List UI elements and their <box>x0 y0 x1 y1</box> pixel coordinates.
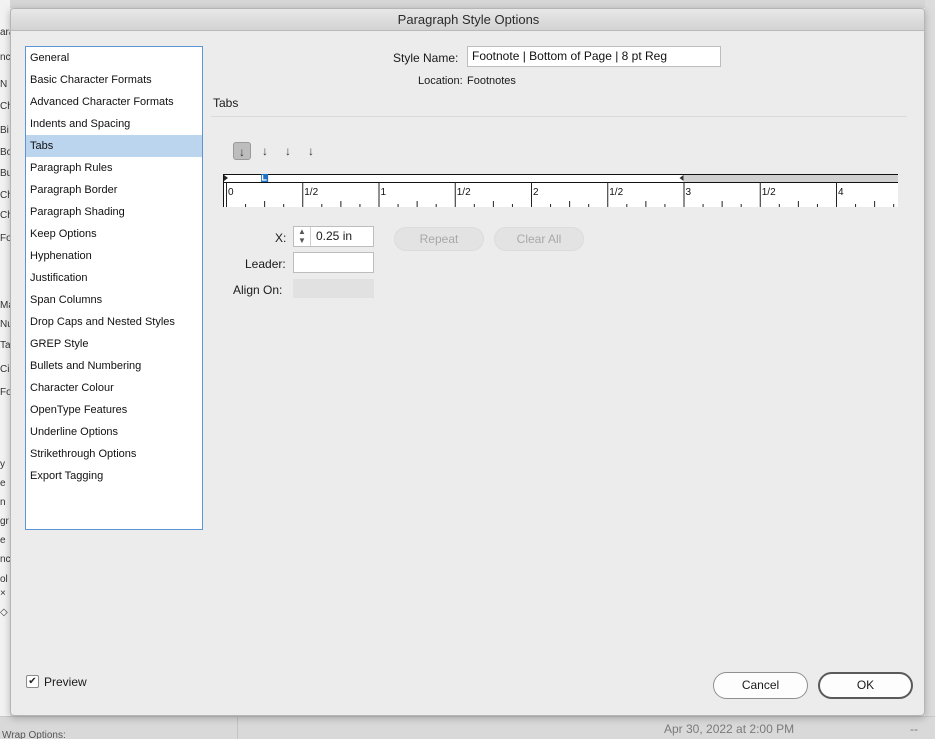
right-justified-tab-icon: ↓ <box>285 144 291 158</box>
ruler-label: 1/2 <box>457 187 471 198</box>
background-panel-fragment: Ch <box>0 101 10 112</box>
ruler-inactive-area <box>683 174 898 182</box>
background-panel-fragment: Ta <box>0 340 10 351</box>
category-item-grep-style[interactable]: GREP Style <box>26 333 202 355</box>
category-list[interactable]: General Basic Character Formats Advanced C… <box>25 46 203 530</box>
background-panel-fragment: nc <box>0 52 10 63</box>
category-item-strikethrough-options[interactable]: Strikethrough Options <box>26 443 202 465</box>
status-separator <box>237 717 238 739</box>
wrap-options-label: Wrap Options: <box>2 730 66 739</box>
section-title: Tabs <box>213 96 239 110</box>
background-panel-fragment: e <box>0 478 6 489</box>
background-panel-fragment: Fo <box>0 233 10 244</box>
category-item-span-columns[interactable]: Span Columns <box>26 289 202 311</box>
category-item-tabs[interactable]: Tabs <box>26 135 202 157</box>
category-item-paragraph-border[interactable]: Paragraph Border <box>26 179 202 201</box>
preview-label[interactable]: Preview <box>44 675 87 689</box>
preview-checkbox[interactable]: ✔ <box>26 675 39 688</box>
background-panel-fragment: × <box>0 588 6 599</box>
style-name-label: Style Name: <box>393 51 459 65</box>
category-item-advanced-character-formats[interactable]: Advanced Character Formats <box>26 91 202 113</box>
background-panel-fragment: ol <box>0 574 8 585</box>
category-item-paragraph-rules[interactable]: Paragraph Rules <box>26 157 202 179</box>
x-position-label: X: <box>275 231 287 245</box>
center-justified-tab-icon: ↓ <box>262 144 268 158</box>
background-window-top <box>0 0 935 8</box>
category-item-keep-options[interactable]: Keep Options <box>26 223 202 245</box>
align-on-label: Align On: <box>233 283 283 297</box>
ruler-label: 0 <box>228 187 234 198</box>
background-panel-fragment: Fo <box>0 387 10 398</box>
background-panel-fragment: Nu <box>0 319 10 330</box>
background-panel-fragment: e <box>0 535 6 546</box>
category-item-bullets-and-numbering[interactable]: Bullets and Numbering <box>26 355 202 377</box>
background-panel-fragment: Bo <box>0 147 10 158</box>
paragraph-style-options-dialog: Paragraph Style Options General Basic Cha… <box>10 8 925 716</box>
category-item-indents-and-spacing[interactable]: Indents and Spacing <box>26 113 202 135</box>
style-name-input[interactable]: Footnote | Bottom of Page | 8 pt Reg <box>467 46 721 67</box>
right-justified-tab-button[interactable]: ↓ <box>279 142 297 160</box>
background-panel-fragment: Bu <box>0 168 10 179</box>
ruler-label: 1/2 <box>609 187 623 198</box>
center-justified-tab-button[interactable]: ↓ <box>256 142 274 160</box>
checkmark-icon: ✔ <box>28 676 37 687</box>
ok-button[interactable]: OK <box>818 672 913 699</box>
category-item-character-colour[interactable]: Character Colour <box>26 377 202 399</box>
category-item-drop-caps-and-nested-styles[interactable]: Drop Caps and Nested Styles <box>26 311 202 333</box>
location-value: Footnotes <box>467 75 516 87</box>
x-position-stepper[interactable]: ▲ ▼ 0.25 in <box>293 226 374 247</box>
background-panel-fragment: Ci <box>0 364 10 375</box>
background-panel-fragment: y <box>0 459 5 470</box>
ruler-label: 1/2 <box>762 187 776 198</box>
category-item-underline-options[interactable]: Underline Options <box>26 421 202 443</box>
background-panel-fragment: Ma <box>0 300 10 311</box>
tab-ruler[interactable]: 0 1/2 1 1/2 2 1/2 3 1/2 4 <box>223 174 898 207</box>
background-panel-fragment: ara <box>0 27 10 38</box>
background-panel-fragment: ◇ <box>0 607 8 618</box>
stepper-arrows-icon[interactable]: ▲ ▼ <box>294 227 311 246</box>
background-panel-right <box>925 0 935 739</box>
category-item-paragraph-shading[interactable]: Paragraph Shading <box>26 201 202 223</box>
category-item-justification[interactable]: Justification <box>26 267 202 289</box>
section-divider <box>211 116 907 117</box>
background-panel-fragment: n <box>0 497 6 508</box>
category-item-opentype-features[interactable]: OpenType Features <box>26 399 202 421</box>
ruler-label: 1/2 <box>304 187 318 198</box>
background-status-bar: Wrap Options: Apr 30, 2022 at 2:00 PM -- <box>0 716 935 739</box>
left-justified-tab-button[interactable]: ↓ <box>233 142 251 160</box>
location-label: Location: <box>418 75 463 87</box>
ruler-label: 1 <box>381 187 387 198</box>
category-item-general[interactable]: General <box>26 47 202 69</box>
ruler-label: 2 <box>533 187 539 198</box>
category-item-hyphenation[interactable]: Hyphenation <box>26 245 202 267</box>
placeholder-dash: -- <box>910 722 918 736</box>
ruler-scale <box>223 182 898 207</box>
repeat-button[interactable]: Repeat <box>394 227 484 251</box>
ruler-label: 3 <box>686 187 692 198</box>
align-to-decimal-tab-icon: ↓ <box>308 144 314 158</box>
background-panel-left: arancNChBiBoBuChChFoMaNuTaCiFoyengrencol… <box>0 0 10 739</box>
background-panel-fragment: Ch <box>0 210 10 221</box>
align-on-input <box>293 279 374 298</box>
cancel-button[interactable]: Cancel <box>713 672 808 699</box>
align-to-decimal-tab-button[interactable]: ↓ <box>302 142 320 160</box>
background-panel-fragment: N <box>0 79 8 90</box>
dialog-title: Paragraph Style Options <box>11 9 924 31</box>
x-position-value[interactable]: 0.25 in <box>316 227 352 246</box>
leader-label: Leader: <box>245 257 286 271</box>
background-panel-fragment: gr <box>0 516 9 527</box>
background-panel-fragment: Ch <box>0 190 10 201</box>
background-panel-fragment: Bi <box>0 125 9 136</box>
leader-input[interactable] <box>293 252 374 273</box>
category-item-basic-character-formats[interactable]: Basic Character Formats <box>26 69 202 91</box>
category-item-export-tagging[interactable]: Export Tagging <box>26 465 202 487</box>
ruler-label: 4 <box>838 187 844 198</box>
clear-all-button[interactable]: Clear All <box>494 227 584 251</box>
background-panel-fragment: nc <box>0 554 10 565</box>
modified-date: Apr 30, 2022 at 2:00 PM <box>664 722 795 736</box>
left-justified-tab-icon: ↓ <box>239 145 245 159</box>
